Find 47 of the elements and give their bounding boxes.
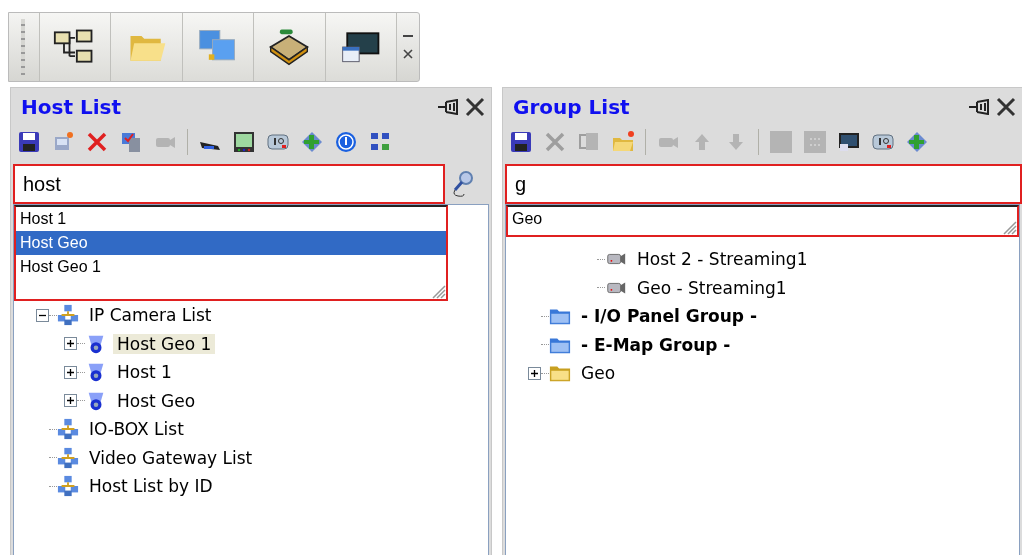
resize-grip-icon[interactable] [1001, 219, 1017, 235]
network-icon [57, 304, 79, 327]
search-field[interactable]: g [505, 164, 1022, 204]
tree-item[interactable]: Video Gateway List [85, 447, 257, 468]
control-panel-icon[interactable] [232, 130, 256, 154]
computer-check-icon[interactable] [119, 130, 143, 154]
pin-icon[interactable] [437, 99, 459, 115]
tree-item[interactable]: - E-Map Group - [577, 334, 735, 355]
suggestion-item[interactable]: Host Geo [16, 231, 446, 255]
panel-title: Host List [21, 95, 121, 119]
suggestion-item[interactable]: Host 1 [16, 207, 446, 231]
tree-item[interactable]: Host Geo 1 [113, 333, 216, 354]
new-folder-icon[interactable] [611, 130, 635, 154]
tree-item[interactable]: Host 2 - Streaming1 [633, 249, 812, 270]
pin-icon[interactable] [968, 99, 990, 115]
network-icon [57, 446, 79, 469]
expander-icon[interactable] [528, 366, 541, 380]
tree-item[interactable]: Host Geo [113, 390, 200, 411]
close-icon[interactable] [996, 97, 1016, 117]
tree-item[interactable]: Geo [577, 363, 620, 384]
tree-item[interactable]: Host 1 [113, 362, 176, 383]
expander-icon[interactable] [36, 308, 49, 322]
suggestion-item[interactable]: Geo [508, 207, 1017, 231]
search-icon[interactable] [451, 170, 475, 198]
tree-item[interactable]: - I/O Panel Group - [577, 306, 761, 327]
close-icon[interactable] [403, 49, 414, 59]
close-icon[interactable] [465, 97, 485, 117]
expander-icon[interactable] [64, 365, 77, 379]
monitor-icon[interactable] [837, 130, 861, 154]
tree-item[interactable]: Geo - Streaming1 [633, 277, 791, 298]
resize-grip-icon[interactable] [430, 283, 446, 299]
minimize-icon[interactable] [403, 35, 414, 39]
suggestion-item[interactable]: Host Geo 1 [16, 255, 446, 279]
search-field[interactable]: host [13, 164, 445, 204]
device-console-button[interactable] [253, 13, 325, 81]
network-icon [57, 418, 79, 441]
tree-item[interactable]: Host List by ID [85, 476, 217, 497]
tree-item[interactable]: IP Camera List [85, 305, 216, 326]
delete-icon[interactable] [85, 130, 109, 154]
tree-item[interactable]: IO-BOX List [85, 419, 188, 440]
expander-icon[interactable] [64, 394, 77, 408]
screen-window-button[interactable] [324, 13, 397, 81]
device-tree-button[interactable] [38, 13, 111, 81]
network-icon [57, 475, 79, 498]
info-circle-icon[interactable] [334, 130, 358, 154]
expander-icon[interactable] [64, 337, 77, 351]
panel-title: Group List [513, 95, 630, 119]
